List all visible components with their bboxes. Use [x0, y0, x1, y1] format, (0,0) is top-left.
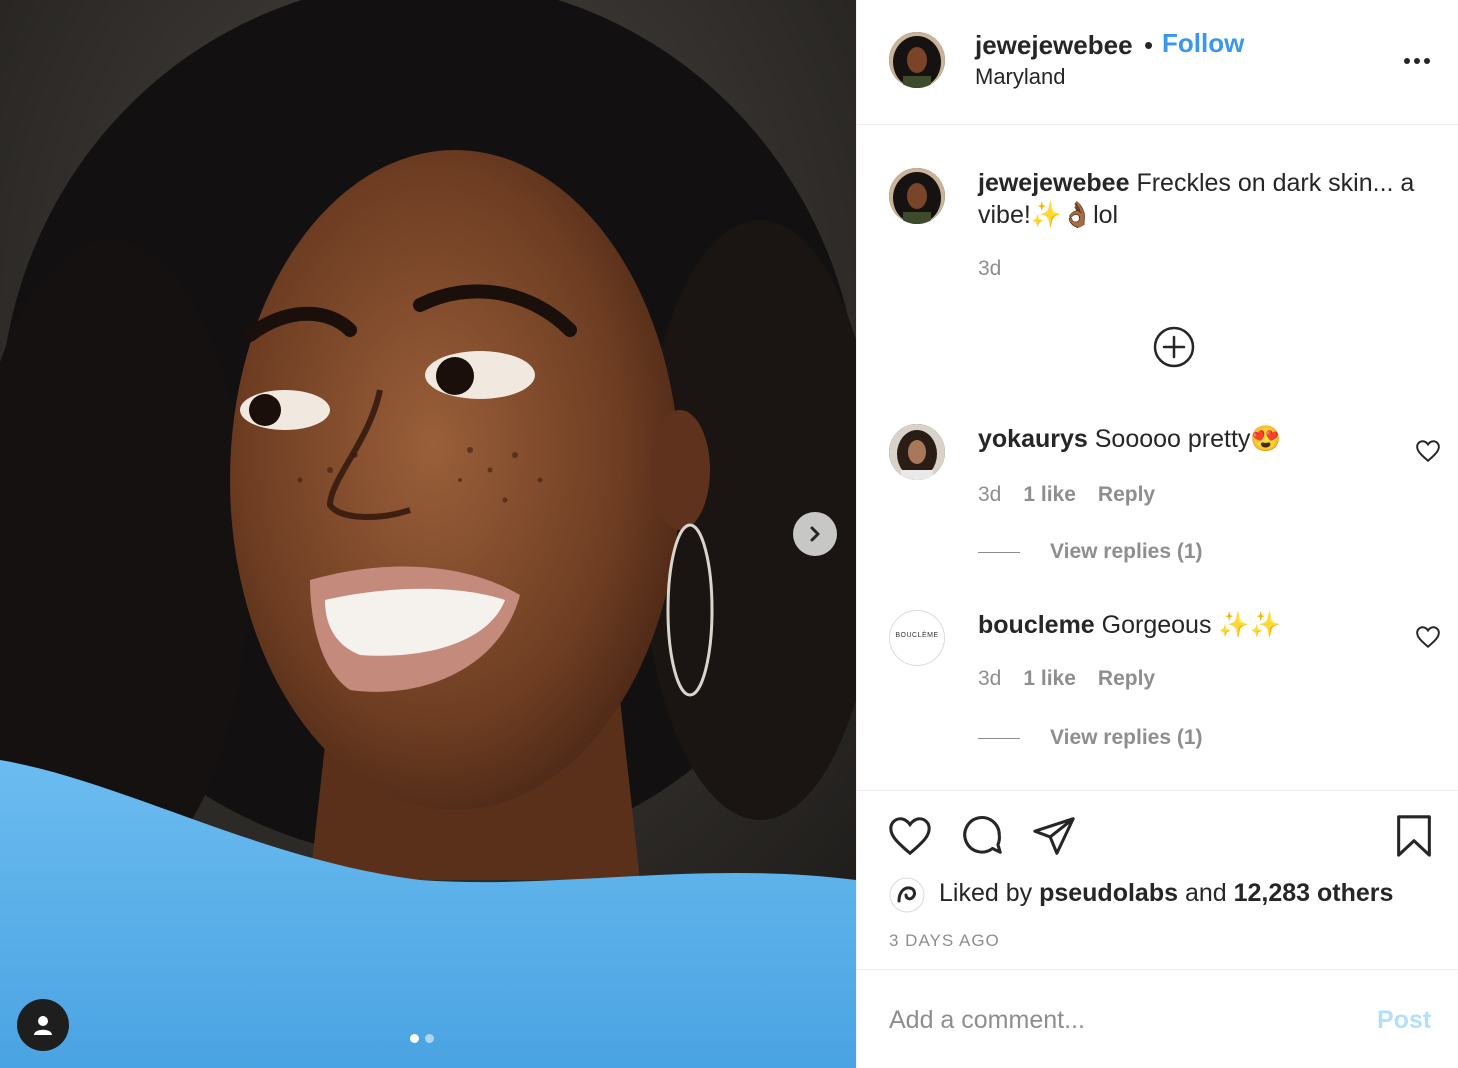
comment-time[interactable]: 3d: [978, 483, 1001, 507]
comment-likes[interactable]: 1 like: [1023, 483, 1076, 507]
carousel-next-button[interactable]: [793, 512, 837, 556]
view-replies-button[interactable]: View replies (1): [978, 726, 1203, 750]
caption: jewejewebee Freckles on dark skin... a v…: [978, 167, 1448, 231]
paper-plane-icon[interactable]: [1031, 813, 1077, 859]
view-replies-button[interactable]: View replies (1): [978, 540, 1203, 564]
post-photo[interactable]: [0, 0, 856, 1068]
carousel-dot-active: [410, 1034, 419, 1043]
liked-by-and: and: [1184, 879, 1227, 907]
heart-icon[interactable]: [887, 813, 933, 859]
liked-by-user[interactable]: pseudolabs: [1039, 879, 1178, 907]
comment-icon[interactable]: [959, 813, 1005, 859]
portrait-image: [0, 0, 856, 1068]
author-username[interactable]: jewejewebee: [975, 30, 1133, 61]
post-details-panel: jewejewebee • Follow Maryland jewejewebe…: [856, 0, 1458, 1068]
caption-avatar[interactable]: [889, 168, 945, 224]
author-avatar[interactable]: [889, 32, 945, 88]
replies-divider: [978, 737, 1020, 739]
view-replies-label: View replies (1): [1050, 726, 1203, 749]
more-options-icon[interactable]: [1395, 46, 1439, 76]
chevron-right-icon: [810, 526, 820, 542]
plus-circle-icon[interactable]: [1152, 325, 1196, 369]
reply-button[interactable]: Reply: [1098, 667, 1155, 691]
brand-logo-text: BOUCLÈME: [895, 632, 939, 639]
separator-dot: •: [1144, 30, 1154, 60]
carousel-indicator: [410, 1034, 434, 1043]
comment-time[interactable]: 3d: [978, 667, 1001, 691]
comment-username[interactable]: boucleme: [978, 611, 1095, 639]
caption-time[interactable]: 3d: [978, 257, 1001, 281]
comment-meta: 3d 1 like Reply: [978, 667, 1155, 691]
caption-meta: 3d: [978, 257, 1001, 281]
comment-body: yokaurys Sooooo pretty😍: [978, 423, 1398, 455]
view-replies-label: View replies (1): [1050, 540, 1203, 563]
follow-button[interactable]: Follow: [1162, 28, 1244, 59]
caption-avatar-image: [889, 168, 945, 224]
comment-body: boucleme Gorgeous ✨✨: [978, 609, 1398, 641]
liked-by-avatar[interactable]: [889, 877, 925, 913]
bookmark-icon[interactable]: [1391, 813, 1437, 859]
caption-username[interactable]: jewejewebee: [978, 169, 1129, 197]
carousel-dot: [425, 1034, 434, 1043]
comment-likes[interactable]: 1 like: [1023, 667, 1076, 691]
reply-button[interactable]: Reply: [1098, 483, 1155, 507]
post-timestamp[interactable]: 3 DAYS AGO: [889, 931, 1000, 951]
liked-by-summary: Liked by pseudolabs and 12,283 others: [939, 879, 1393, 908]
post-header: jewejewebee • Follow Maryland: [857, 0, 1458, 125]
comment-text: Sooooo pretty😍: [1094, 425, 1282, 453]
heart-icon[interactable]: [1415, 624, 1441, 650]
user-tag-icon: [34, 1016, 52, 1035]
post-location[interactable]: Maryland: [975, 64, 1065, 90]
liked-by-prefix: Liked by: [939, 879, 1033, 907]
comment-input[interactable]: [889, 1002, 1359, 1038]
commenter-avatar[interactable]: BOUCLÈME: [889, 610, 945, 666]
commenter-avatar[interactable]: [889, 424, 945, 480]
comment-text: Gorgeous ✨✨: [1101, 611, 1281, 639]
user-tags-button[interactable]: [17, 999, 69, 1051]
replies-divider: [978, 551, 1020, 553]
comment-meta: 3d 1 like Reply: [978, 483, 1155, 507]
commenter-avatar-image: [889, 424, 945, 480]
post-actions: Liked by pseudolabs and 12,283 others 3 …: [857, 790, 1458, 970]
comment-username[interactable]: yokaurys: [978, 425, 1088, 453]
post-comment-button[interactable]: Post: [1377, 1006, 1431, 1035]
author-avatar-image: [889, 32, 945, 88]
liked-by-others[interactable]: 12,283 others: [1234, 879, 1394, 907]
heart-icon[interactable]: [1415, 438, 1441, 464]
add-comment-bar: Post: [857, 970, 1458, 1068]
